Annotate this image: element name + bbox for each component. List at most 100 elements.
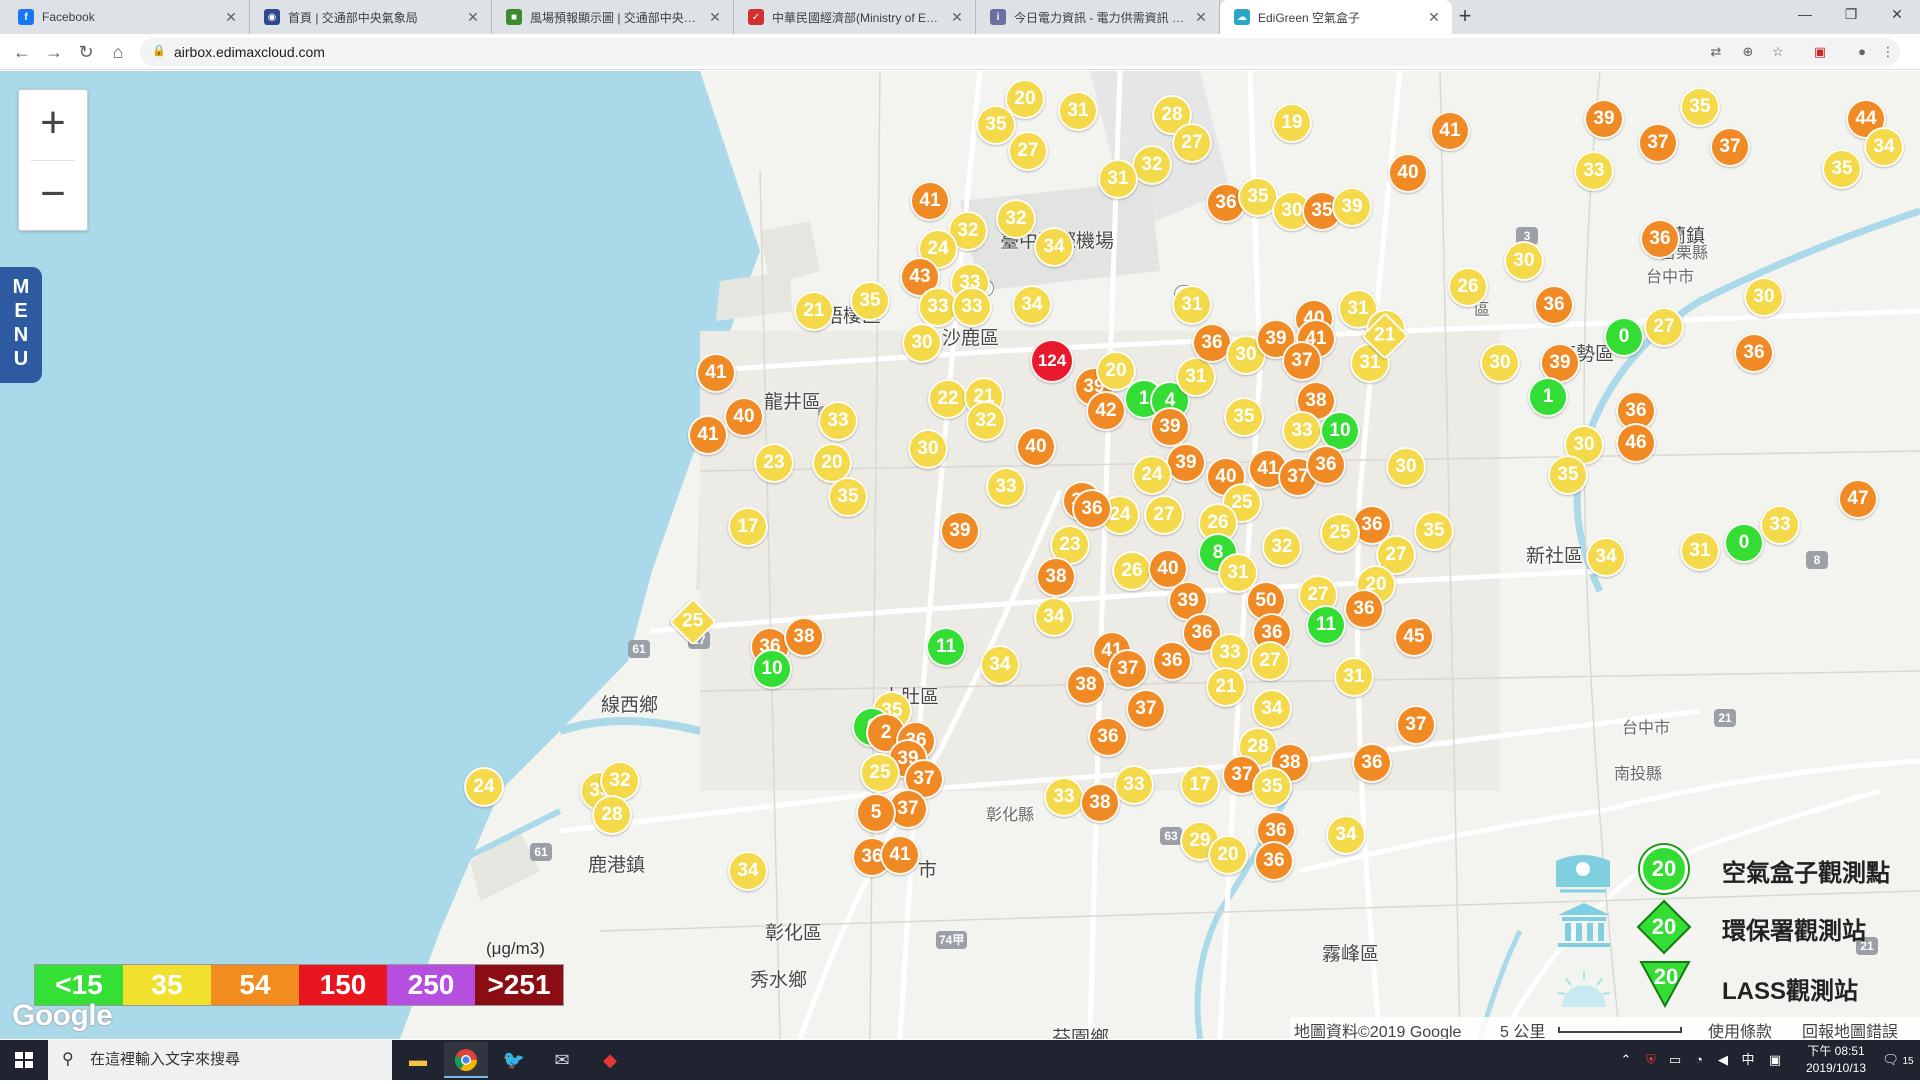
taskbar-search-box[interactable]: ⚲ 在這裡輸入文字來搜尋 xyxy=(48,1040,392,1080)
airbox-marker[interactable]: 41 xyxy=(910,181,950,221)
airbox-marker[interactable]: 33 xyxy=(986,467,1026,507)
airbox-marker[interactable]: 34 xyxy=(1034,597,1074,637)
airbox-marker[interactable]: 37 xyxy=(1282,341,1322,381)
airbox-marker[interactable]: 41 xyxy=(880,835,920,875)
airbox-marker[interactable]: 21 xyxy=(794,291,834,331)
airbox-marker[interactable]: 26 xyxy=(1448,267,1488,307)
airbox-marker[interactable]: 37 xyxy=(1638,123,1678,163)
profile-avatar-icon[interactable]: ● xyxy=(1852,42,1872,62)
bookmark-star-icon[interactable]: ☆ xyxy=(1768,42,1788,62)
airbox-marker[interactable]: 34 xyxy=(1012,285,1052,325)
airbox-marker[interactable]: 31 xyxy=(1334,657,1374,697)
airbox-marker[interactable]: 36 xyxy=(1072,489,1112,529)
airbox-marker[interactable]: 38 xyxy=(1036,557,1076,597)
airbox-marker[interactable]: 30 xyxy=(908,429,948,469)
airbox-marker[interactable]: 28 xyxy=(592,795,632,835)
airbox-marker[interactable]: 32 xyxy=(966,401,1006,441)
airbox-marker[interactable]: 22 xyxy=(928,379,968,419)
airbox-marker[interactable]: 34 xyxy=(1034,227,1074,267)
airbox-marker[interactable]: 36 xyxy=(1344,589,1384,629)
taskbar-clock[interactable]: 下午 08:51 2019/10/13 xyxy=(1796,1043,1876,1077)
airbox-marker[interactable]: 27 xyxy=(1144,495,1184,535)
airbox-marker[interactable]: 23 xyxy=(754,443,794,483)
terms-link[interactable]: 使用條款 xyxy=(1708,1018,1772,1039)
airbox-marker[interactable]: 36 xyxy=(1640,219,1680,259)
file-explorer-icon[interactable]: ▬ xyxy=(396,1042,440,1078)
airbox-marker[interactable]: 35 xyxy=(1224,397,1264,437)
airbox-marker[interactable]: 32 xyxy=(1132,145,1172,185)
airbox-marker[interactable]: 31 xyxy=(1058,91,1098,131)
browser-tab[interactable]: ■ 風場預報顯示圖 | 交通部中央氣象局 ✕ xyxy=(492,0,734,34)
airbox-marker[interactable]: 33 xyxy=(1282,411,1322,451)
airbox-marker[interactable]: 33 xyxy=(1574,151,1614,191)
airbox-marker[interactable]: 36 xyxy=(1254,841,1294,881)
airbox-marker[interactable]: 35 xyxy=(976,105,1016,145)
airbox-marker[interactable]: 27 xyxy=(1172,123,1212,163)
airbox-marker[interactable]: 40 xyxy=(1016,427,1056,467)
close-tab-icon[interactable]: ✕ xyxy=(223,9,239,26)
airbox-marker[interactable]: 17 xyxy=(728,507,768,547)
airbox-marker[interactable]: 45 xyxy=(1394,617,1434,657)
airbox-marker[interactable]: 0 xyxy=(1724,523,1764,563)
airbox-marker[interactable]: 41 xyxy=(1430,111,1470,151)
close-tab-icon[interactable]: ✕ xyxy=(949,9,965,26)
airbox-marker[interactable]: 24 xyxy=(464,767,504,807)
airbox-marker[interactable]: 30 xyxy=(1504,241,1544,281)
airbox-marker[interactable]: 40 xyxy=(724,397,764,437)
airbox-marker[interactable]: 30 xyxy=(1386,447,1426,487)
airbox-marker[interactable]: 27 xyxy=(1250,641,1290,681)
zoom-in-button[interactable]: + xyxy=(19,90,87,160)
airbox-marker[interactable]: 34 xyxy=(1252,689,1292,729)
forward-arrow-icon[interactable]: → xyxy=(40,38,68,66)
app-icon-bird[interactable]: 🐦 xyxy=(492,1042,536,1078)
translate-icon[interactable]: ⇄ xyxy=(1706,42,1726,62)
airbox-marker[interactable]: 34 xyxy=(980,645,1020,685)
airbox-marker[interactable]: 47 xyxy=(1838,479,1878,519)
tray-volume-icon[interactable]: ◀ xyxy=(1712,1040,1734,1080)
airbox-marker[interactable]: 25 xyxy=(1320,513,1360,553)
airbox-marker[interactable]: 33 xyxy=(1044,777,1084,817)
browser-tab[interactable]: i 今日電力資訊 - 電力供需資訊 - 台灣電力公司 ✕ xyxy=(976,0,1220,34)
report-error-link[interactable]: 回報地圖錯誤 xyxy=(1802,1018,1898,1039)
airbox-marker[interactable]: 26 xyxy=(1112,551,1152,591)
airbox-marker[interactable]: 38 xyxy=(1080,783,1120,823)
airbox-marker[interactable]: 39 xyxy=(940,511,980,551)
lock-icon[interactable]: 🔒 xyxy=(152,44,166,58)
airbox-marker[interactable]: 36 xyxy=(1306,445,1346,485)
menu-toggle-button[interactable]: M E N U xyxy=(0,267,42,383)
airbox-marker[interactable]: 42 xyxy=(1086,391,1126,431)
airbox-marker[interactable]: 31 xyxy=(1680,531,1720,571)
browser-tab[interactable]: f Facebook ✕ xyxy=(4,0,250,34)
browser-tab[interactable]: ◉ 首頁 | 交通部中央氣象局 ✕ xyxy=(250,0,492,34)
airbox-marker[interactable]: 33 xyxy=(1760,505,1800,545)
zoom-icon[interactable]: ⊕ xyxy=(1738,42,1758,62)
airbox-marker[interactable]: 35 xyxy=(1548,455,1588,495)
airbox-marker[interactable]: 31 xyxy=(1098,159,1138,199)
airbox-marker[interactable]: 19 xyxy=(1272,103,1312,143)
airbox-marker[interactable]: 10 xyxy=(752,649,792,689)
airbox-marker[interactable]: 39 xyxy=(1584,99,1624,139)
airbox-marker[interactable]: 34 xyxy=(728,851,768,891)
airbox-marker[interactable]: 39 xyxy=(1150,407,1190,447)
new-tab-button[interactable]: + xyxy=(1452,4,1478,30)
tray-wifi-icon[interactable]: ◔ xyxy=(1688,1040,1710,1080)
airbox-marker[interactable]: 24 xyxy=(1132,455,1172,495)
tray-security-icon[interactable]: ⛨ xyxy=(1640,1040,1662,1080)
airbox-marker[interactable]: 38 xyxy=(1066,665,1106,705)
airbox-marker[interactable]: 21 xyxy=(1206,667,1246,707)
close-tab-icon[interactable]: ✕ xyxy=(1426,9,1442,26)
tray-keyboard-icon[interactable]: ▣ xyxy=(1764,1040,1786,1080)
airbox-marker[interactable]: 33 xyxy=(818,401,858,441)
back-arrow-icon[interactable]: ← xyxy=(8,38,36,66)
airbox-marker[interactable]: 36 xyxy=(1152,641,1192,681)
airbox-marker[interactable]: 31 xyxy=(1172,285,1212,325)
airbox-marker[interactable]: 11 xyxy=(926,627,966,667)
airbox-marker[interactable]: 17 xyxy=(1180,765,1220,805)
airbox-marker[interactable]: 32 xyxy=(996,199,1036,239)
airbox-marker[interactable]: 36 xyxy=(1534,285,1574,325)
airbox-marker[interactable]: 39 xyxy=(1166,443,1206,483)
airbox-marker[interactable]: 35 xyxy=(1680,87,1720,127)
airbox-marker[interactable]: 30 xyxy=(1744,277,1784,317)
browser-tab[interactable]: ✓ 中華民國經濟部(Ministry of Economic Affairs) ✕ xyxy=(734,0,976,34)
airbox-marker[interactable]: 27 xyxy=(1008,131,1048,171)
